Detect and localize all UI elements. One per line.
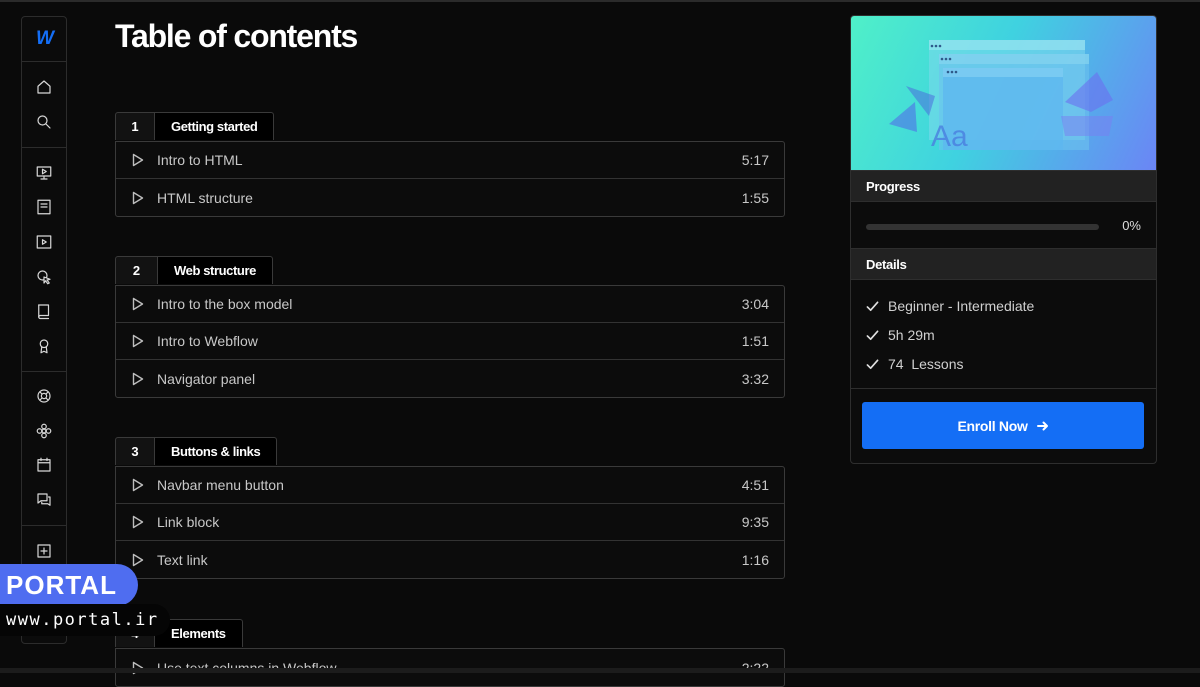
search-icon[interactable] [34, 112, 54, 132]
toc-section: 4 Elements Use text columns in Webflow 2… [115, 619, 785, 687]
lesson-row[interactable]: HTML structure 1:55 [116, 179, 784, 216]
lesson-duration: 5:17 [741, 152, 769, 168]
lesson-duration: 1:16 [741, 551, 769, 568]
flower-icon[interactable] [34, 421, 54, 441]
course-thumbnail: Aa [851, 16, 1156, 170]
thumbnail-text: Aa [931, 120, 968, 153]
lesson-row[interactable]: Intro to HTML 5:17 [116, 142, 784, 179]
sidebar-divider [22, 525, 66, 526]
article-icon[interactable] [34, 197, 54, 217]
check-icon [866, 358, 879, 369]
enroll-now-button[interactable]: Enroll Now [862, 402, 1144, 449]
award-ribbon-icon[interactable] [34, 336, 54, 356]
lesson-title: Text link [157, 551, 208, 568]
lifebuoy-icon[interactable] [34, 386, 54, 406]
progress-value: 0% [1122, 218, 1141, 233]
detail-duration: 5h 29m [888, 327, 935, 343]
lesson-title: Navbar menu button [157, 477, 284, 493]
arrow-right-icon [1036, 421, 1048, 430]
toc-section: 1 Getting started Intro to HTML 5:17 HTM… [115, 112, 785, 217]
lesson-duration: 3:04 [741, 296, 769, 312]
webflow-logo[interactable]: W [22, 17, 66, 61]
lesson-row[interactable]: Intro to the box model 3:04 [116, 286, 784, 323]
progress-heading: Progress [851, 170, 1156, 202]
lesson-duration: 4:51 [741, 477, 769, 493]
lesson-duration: 3:32 [741, 370, 769, 387]
lesson-list: Navbar menu button 4:51 Link block 9:35 … [115, 466, 785, 579]
portal-watermark-logo: PORTAL [0, 564, 138, 606]
lesson-list: Intro to HTML 5:17 HTML structure 1:55 [115, 141, 785, 217]
lesson-row[interactable]: Navbar menu button 4:51 [116, 467, 784, 504]
progress-bar [866, 224, 1099, 230]
lesson-list: Intro to the box model 3:04 Intro to Web… [115, 285, 785, 398]
lesson-title: Intro to HTML [157, 152, 243, 168]
presentation-icon[interactable] [34, 163, 54, 183]
detail-level: Beginner - Intermediate [888, 298, 1035, 314]
window-top-edge [0, 0, 1200, 2]
lesson-title: Navigator panel [157, 370, 256, 387]
detail-item: 5h 29m [866, 327, 935, 343]
page-title: Table of contents [115, 18, 358, 54]
check-icon [866, 300, 879, 311]
lesson-title: Link block [157, 514, 220, 530]
play-icon [132, 153, 146, 167]
play-icon [132, 334, 146, 348]
lesson-title: HTML structure [157, 189, 253, 206]
cursor-click-icon[interactable] [34, 267, 54, 287]
book-icon[interactable] [34, 301, 54, 321]
section-title: Getting started [155, 112, 275, 140]
section-number: 3 [115, 437, 155, 465]
detail-item: Beginner - Intermediate [866, 298, 1034, 314]
lesson-row[interactable]: Link block 9:35 [116, 504, 784, 541]
play-icon [132, 553, 146, 567]
play-icon [132, 515, 146, 529]
detail-lessons: 74 Lessons [888, 356, 964, 372]
enroll-label: Enroll Now [957, 417, 1028, 434]
detail-item: 74 Lessons [866, 356, 964, 372]
play-icon [132, 372, 146, 386]
check-icon [866, 329, 879, 340]
play-icon [132, 297, 146, 311]
play-icon [132, 478, 146, 492]
lesson-row[interactable]: Intro to Webflow 1:51 [116, 323, 784, 360]
sidebar-divider [22, 61, 66, 62]
lesson-row[interactable]: Text link 1:16 [116, 541, 784, 578]
section-number: 2 [115, 256, 158, 284]
lesson-row[interactable]: Navigator panel 3:32 [116, 360, 784, 397]
section-title: Web structure [158, 256, 273, 284]
lesson-title: Intro to Webflow [157, 333, 258, 349]
details-heading: Details [851, 248, 1156, 280]
lesson-title: Intro to the box model [157, 296, 293, 312]
section-title: Buttons & links [155, 437, 278, 465]
sidebar-divider [22, 147, 66, 148]
window-bottom-edge [0, 668, 1200, 673]
toc-section: 3 Buttons & links Navbar menu button 4:5… [115, 437, 785, 579]
sidebar-divider [22, 371, 66, 372]
sidebar: W [21, 16, 67, 644]
calendar-icon[interactable] [34, 455, 54, 475]
browser-illustration: Aa [889, 40, 1113, 153]
card-divider [851, 388, 1156, 389]
course-card: Aa Progress 0% Details Beginner - Interm… [850, 15, 1157, 464]
home-icon[interactable] [34, 77, 54, 97]
section-number: 1 [115, 112, 155, 140]
plus-square-icon[interactable] [34, 541, 54, 561]
portal-watermark-url: www.portal.ir [0, 604, 170, 636]
lesson-duration: 9:35 [741, 514, 769, 530]
video-play-icon[interactable] [34, 232, 54, 252]
play-icon [132, 191, 146, 205]
lesson-duration: 1:55 [741, 189, 769, 206]
toc-section: 2 Web structure Intro to the box model 3… [115, 256, 785, 398]
chat-icon[interactable] [34, 490, 54, 510]
lesson-duration: 1:51 [741, 333, 769, 349]
